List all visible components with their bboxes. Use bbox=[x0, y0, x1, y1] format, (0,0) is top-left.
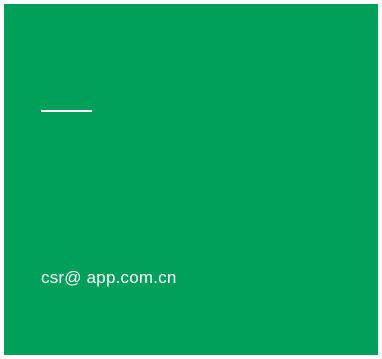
contact-card-frame: csr@ app.com.cn bbox=[0, 0, 382, 359]
contact-panel: csr@ app.com.cn bbox=[4, 4, 378, 355]
contact-email[interactable]: csr@ app.com.cn bbox=[41, 266, 177, 290]
accent-divider bbox=[41, 110, 92, 112]
